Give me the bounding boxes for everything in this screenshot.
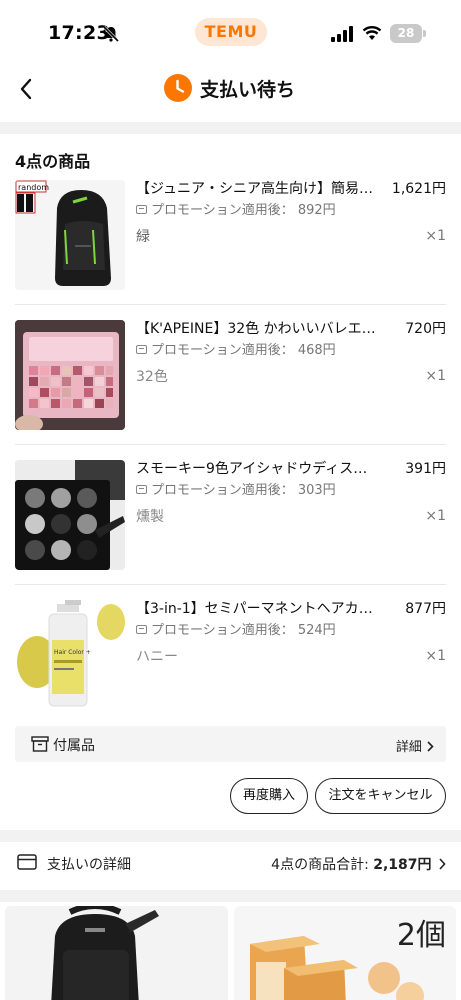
- promo-text: プロモーション適用後： 524円: [151, 623, 336, 638]
- wifi-icon: [362, 26, 382, 40]
- product-thumbnail[interactable]: [15, 320, 125, 430]
- item-divider: [15, 304, 446, 305]
- item-divider: [15, 444, 446, 445]
- payment-summary[interactable]: 4点の商品合計: 2,187円: [271, 854, 446, 874]
- promo-price: プロモーション適用後： 892円: [136, 202, 336, 220]
- clock-icon: [164, 74, 192, 102]
- product-thumbnail[interactable]: Hair Color +: [15, 600, 125, 710]
- product-quantity: ×1: [425, 508, 446, 524]
- promo-text: プロモーション適用後： 303円: [151, 483, 336, 498]
- product-name[interactable]: 【K'APEINE】32色 かわいいバレエコアアイシャドウパレット: [136, 320, 380, 338]
- accessories-detail-link[interactable]: 詳細: [396, 736, 434, 755]
- battery-icon: 28: [390, 24, 422, 43]
- product-variant: 緑: [136, 229, 150, 245]
- product-variant: ハニー: [136, 649, 178, 665]
- product-thumbnail[interactable]: [15, 460, 125, 570]
- back-chevron-icon[interactable]: [14, 74, 38, 104]
- page-header: 支払い待ち: [0, 62, 461, 118]
- promo-tag-icon: [136, 345, 147, 354]
- product-variant: 32色: [136, 369, 168, 385]
- rebuy-button[interactable]: 再度購入: [230, 778, 308, 814]
- box-icon: [31, 736, 49, 752]
- product-name[interactable]: 【ジュニア・シニア高生向け】簡易的なビジネスリュック: [136, 180, 380, 198]
- section-divider: [0, 890, 461, 902]
- payment-details-row[interactable]: 支払いの詳細 4点の商品合計: 2,187円: [0, 842, 461, 888]
- product-quantity: ×1: [425, 648, 446, 664]
- order-item[interactable]: Hair Color + 【3-in-1】セミパーマネントヘアカラークリーム 8…: [0, 600, 461, 740]
- items-section-title: 4点の商品: [15, 152, 91, 171]
- chevron-right-icon: [427, 741, 434, 752]
- promo-price: プロモーション適用後： 468円: [136, 342, 336, 360]
- recommendation-card[interactable]: [5, 906, 228, 1000]
- card-icon: [17, 854, 37, 870]
- order-item[interactable]: スモーキー9色アイシャドウディスクパレット 391円 プロモーション適用後： 3…: [0, 460, 461, 600]
- bundle-count: 2個: [396, 918, 446, 953]
- promo-text: プロモーション適用後： 468円: [151, 343, 336, 358]
- product-price: 877円: [405, 601, 446, 617]
- product-quantity: ×1: [425, 368, 446, 384]
- product-price: 1,621円: [391, 181, 446, 197]
- accessories-row[interactable]: 付属品 詳細: [15, 726, 446, 762]
- item-divider: [15, 584, 446, 585]
- product-variant: 燻製: [136, 509, 164, 525]
- signal-icon: [331, 26, 353, 42]
- battery-tip: [423, 30, 426, 37]
- page-title: 支払い待ち: [200, 79, 296, 101]
- order-item[interactable]: random 【ジュニア・シニア高生向け】簡易的なビジネスリュック 1,621円…: [0, 180, 461, 320]
- section-divider: [0, 122, 461, 134]
- promo-text: プロモーション適用後： 892円: [151, 203, 336, 218]
- payment-details-label: 支払いの詳細: [47, 857, 131, 873]
- product-name[interactable]: 【3-in-1】セミパーマネントヘアカラークリーム: [136, 600, 380, 618]
- promo-tag-icon: [136, 485, 147, 494]
- chevron-right-icon: [439, 858, 446, 870]
- promo-price: プロモーション適用後： 524円: [136, 622, 336, 640]
- promo-tag-icon: [136, 205, 147, 214]
- promo-price: プロモーション適用後： 303円: [136, 482, 336, 500]
- promo-tag-icon: [136, 625, 147, 634]
- product-thumbnail[interactable]: random: [15, 180, 125, 290]
- product-name[interactable]: スモーキー9色アイシャドウディスクパレット: [136, 460, 380, 478]
- thumb-label: Hair Color +: [54, 649, 91, 656]
- status-time: 17:23: [48, 22, 110, 44]
- status-bar: 17:23 TEMU 28: [0, 0, 461, 62]
- thumb-label: random: [18, 183, 49, 192]
- product-quantity: ×1: [425, 228, 446, 244]
- product-price: 720円: [405, 321, 446, 337]
- bell-muted-icon: [102, 25, 120, 43]
- recommendation-card[interactable]: 2個: [234, 906, 456, 1000]
- detail-label: 詳細: [395, 740, 422, 755]
- summary-prefix: 4点の商品合計:: [271, 857, 369, 873]
- accessories-label: 付属品: [53, 738, 95, 754]
- cancel-order-button[interactable]: 注文をキャンセル: [315, 778, 446, 814]
- product-price: 391円: [405, 461, 446, 477]
- order-total: 2,187円: [373, 857, 432, 873]
- section-divider: [0, 830, 461, 842]
- order-item[interactable]: 【K'APEINE】32色 かわいいバレエコアアイシャドウパレット 720円 プ…: [0, 320, 461, 460]
- recommendation-image: [5, 906, 228, 1000]
- app-brand-pill: TEMU: [195, 18, 267, 46]
